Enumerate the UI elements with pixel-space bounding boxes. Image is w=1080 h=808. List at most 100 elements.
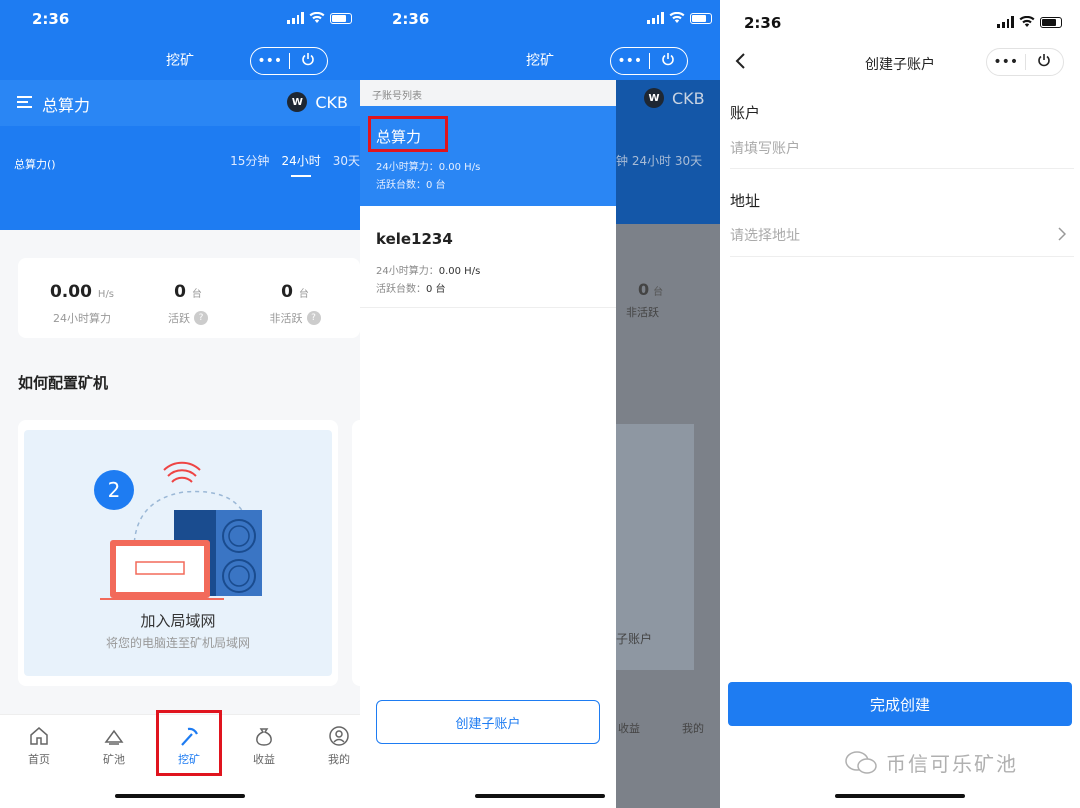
coin-name: CKB (315, 92, 348, 112)
battery-icon (690, 12, 712, 24)
tab-30d[interactable]: 30天 (333, 152, 360, 169)
tab-earnings[interactable]: 收益 (239, 725, 289, 767)
hashrate-value: 0.00 H/s (438, 266, 481, 277)
stat-value: 0.00 (49, 282, 92, 302)
home-indicator (475, 794, 605, 798)
coin-selector[interactable]: W CKB (287, 92, 348, 112)
dimmed-stat-value: 0 (638, 280, 650, 299)
status-time: 2:36 (744, 14, 782, 32)
dimmed-stat-label: 非活跃 (626, 306, 659, 319)
status-icons (647, 12, 712, 24)
mini-program-capsule: ••• (610, 47, 688, 75)
guide-card[interactable]: 2 加入局域网 将您的电脑连至矿机局域网 (18, 420, 338, 686)
nav-bar: 挖矿 ••• (360, 40, 720, 80)
mini-program-capsule: ••• (986, 48, 1064, 76)
dimmed-tab-profile: 我的 (682, 722, 704, 735)
guide-illustration: 2 加入局域网 将您的电脑连至矿机局域网 (24, 430, 332, 676)
tab-24h[interactable]: 24小时 (281, 152, 321, 177)
active-label: 活跃台数： (376, 284, 426, 295)
stat-hashrate: 0.00 H/s 24小时算力 (44, 282, 120, 326)
more-icon[interactable]: ••• (987, 54, 1025, 70)
subaccount-item-kele1234[interactable]: kele1234 24小时算力：0.00 H/s 活跃台数：0 台 (360, 206, 616, 308)
guide-title: 加入局域网 (140, 612, 216, 630)
power-icon-svg (302, 53, 314, 66)
tab-label: 我的 (328, 753, 350, 766)
power-icon[interactable] (290, 52, 328, 70)
laptop-miner-illustration (100, 461, 262, 600)
signal-icon (647, 12, 664, 24)
tab-15min[interactable]: 15分钟 (230, 152, 269, 169)
tab-home[interactable]: 首页 (14, 725, 64, 767)
stat-label: 活跃 (168, 312, 190, 325)
create-subaccount-button[interactable]: 创建子账户 (376, 700, 600, 744)
complete-create-button[interactable]: 完成创建 (728, 682, 1072, 726)
tab-profile[interactable]: 我的 (314, 725, 360, 767)
hashrate-label: 24小时算力： (376, 266, 439, 277)
status-bar: 2:36 (720, 0, 1080, 40)
battery-icon (1040, 16, 1062, 28)
subaccount-name: kele1234 (376, 230, 453, 248)
battery-icon (330, 12, 352, 24)
dimmed-coin: W CKB (644, 88, 705, 108)
subaccount-hashrate: 24小时算力：0.00 H/s (376, 158, 480, 173)
active-label: 活跃台数： (376, 180, 426, 191)
help-icon[interactable]: ? (306, 311, 321, 325)
summary-bar: 总算力 W CKB (0, 80, 360, 126)
more-icon[interactable]: ••• (251, 53, 289, 69)
power-icon[interactable] (1026, 53, 1064, 71)
subaccount-drawer-screen: 2:36 挖矿 ••• W CKB 钟 24小时 30天 0台 非活跃 子账户 收… (360, 0, 720, 808)
create-subaccount-screen: 2:36 创建子账户 ••• 账户 请填写账户 地址 请选择地址 完成创建 币信… (720, 0, 1080, 808)
chevron-right-icon[interactable] (1058, 226, 1067, 245)
tab-label: 首页 (28, 753, 50, 766)
power-icon-svg (662, 53, 674, 66)
dimmed-tab-earnings: 收益 (618, 722, 640, 735)
account-input[interactable]: 请填写账户 (730, 138, 1070, 158)
tab-label: 矿池 (103, 753, 125, 766)
signal-icon (997, 16, 1014, 28)
mini-program-capsule: ••• (250, 47, 328, 75)
mining-screen: 2:36 挖矿 ••• 总算力 W CKB 总算力() 15分钟 24小时 30… (0, 0, 360, 808)
more-icon[interactable]: ••• (611, 53, 649, 69)
tab-pool[interactable]: 矿池 (89, 725, 139, 767)
watermark-text: 币信可乐矿池 (886, 752, 1018, 776)
stat-label: 24小时算力 (53, 312, 111, 325)
drawer-title: 子账号列表 (360, 80, 616, 106)
guide-subtitle: 将您的电脑连至矿机局域网 (105, 636, 250, 650)
address-select[interactable]: 请选择地址 (730, 225, 1070, 245)
dimmed-text: 子账户 (616, 632, 653, 646)
highlight-box (368, 116, 448, 152)
money-bag-icon (256, 728, 272, 746)
section-title: 如何配置矿机 (18, 374, 109, 392)
status-time: 2:36 (392, 10, 430, 28)
stat-value: 0 (174, 282, 186, 302)
nav-bar: 挖矿 ••• (0, 40, 360, 80)
total-hashrate-title[interactable]: 总算力 (42, 92, 90, 116)
wifi-icon (669, 12, 685, 23)
stat-unit: H/s (97, 289, 115, 300)
pool-icon (104, 729, 124, 745)
stat-inactive: 0台 非活跃? (260, 282, 330, 326)
power-icon-svg (1038, 54, 1050, 67)
wechat-icon (845, 750, 877, 774)
stats-card: 0.00 H/s 24小时算力 0台 活跃? 0台 非活跃? (18, 258, 360, 338)
power-icon[interactable] (650, 52, 688, 70)
stat-active: 0台 活跃? (158, 282, 218, 326)
nav-bar: 创建子账户 ••• (720, 40, 1080, 80)
dimmed-background[interactable]: W CKB 钟 24小时 30天 0台 非活跃 子账户 收益 我的 (616, 80, 720, 808)
user-icon (329, 726, 349, 746)
menu-icon[interactable] (17, 96, 32, 108)
stat-unit: 台 (191, 289, 202, 300)
subaccount-hashrate: 24小时算力：0.00 H/s (376, 262, 480, 277)
next-guide-card[interactable] (352, 420, 360, 686)
dimmed-header: W CKB 钟 24小时 30天 (616, 80, 720, 224)
wifi-icon (309, 12, 325, 23)
address-label: 地址 (730, 192, 761, 210)
time-range-tabs: 15分钟 24小时 30天 (230, 152, 360, 177)
home-icon (30, 727, 48, 745)
help-icon[interactable]: ? (194, 311, 208, 325)
wifi-icon (1019, 16, 1035, 27)
ckb-logo-icon: W (287, 92, 308, 112)
tab-label: 收益 (253, 753, 275, 766)
dimmed-coin-name: CKB (672, 88, 705, 108)
active-value: 0 台 (426, 284, 446, 295)
